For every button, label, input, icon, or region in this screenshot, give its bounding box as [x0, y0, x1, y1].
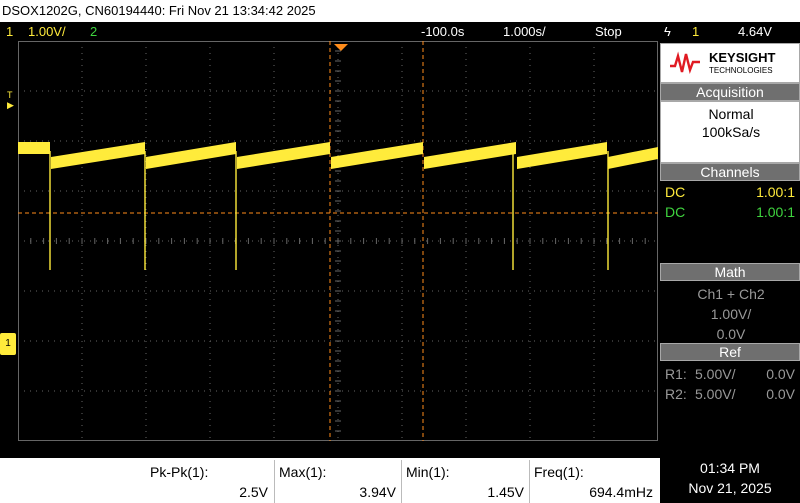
ch1-trace-segment — [608, 147, 658, 169]
ch1-trace-segment — [331, 142, 423, 169]
ch1-trace-segment — [51, 142, 145, 169]
channels-title[interactable]: Channels — [660, 163, 800, 181]
math-function: Ch1 + Ch2 — [697, 286, 765, 302]
meas-divider — [401, 460, 402, 503]
r2-scale: 5.00V/ — [695, 386, 736, 402]
ch1-trace-segment — [424, 142, 516, 169]
ch1-trace-segment — [146, 142, 236, 169]
waveform-display[interactable] — [18, 41, 658, 441]
title-text: DSOX1202G, CN60194440: Fri Nov 21 13:34:… — [2, 3, 316, 18]
channels-box[interactable]: DC 1.00:1 DC 1.00:1 — [660, 181, 800, 263]
brand-name: KEYSIGHT — [709, 50, 776, 65]
run-state[interactable]: Stop — [595, 22, 622, 41]
r1-label: R1: — [665, 366, 687, 382]
ch1-coupling: DC — [665, 184, 686, 200]
meas-label-max: Max(1): — [279, 464, 327, 480]
ch1-probe: 1.00:1 — [756, 184, 795, 200]
r1-offset: 0.0V — [766, 366, 795, 382]
acq-rate: 100kSa/s — [701, 124, 761, 140]
trigger-channel[interactable]: 1 — [692, 22, 699, 41]
title-bar: DSOX1202G, CN60194440: Fri Nov 21 13:34:… — [0, 0, 800, 22]
math-box[interactable]: Ch1 + Ch2 1.00V/ 0.0V — [660, 281, 800, 343]
ch1-number[interactable]: 1 — [6, 22, 13, 41]
trigger-edge-icon: ϟ — [664, 24, 671, 39]
acquisition-title[interactable]: Acquisition — [660, 83, 800, 101]
trigger-level[interactable]: 4.64V — [738, 22, 772, 41]
brand-box: KEYSIGHT TECHNOLOGIES — [660, 43, 800, 83]
ref-title[interactable]: Ref — [660, 343, 800, 361]
meas-label-freq: Freq(1): — [534, 464, 584, 480]
meas-divider — [274, 460, 275, 503]
trigger-marker-left: T ▶ — [7, 90, 14, 110]
side-panel: KEYSIGHT TECHNOLOGIES Acquisition Normal… — [660, 41, 800, 441]
ch2-probe: 1.00:1 — [756, 204, 795, 220]
math-scale: 1.00V/ — [710, 306, 752, 322]
timebase[interactable]: 1.000s/ — [503, 22, 546, 41]
ch1-scale[interactable]: 1.00V/ — [28, 22, 66, 41]
measurements-bar: Pk-Pk(1): 2.5V Max(1): 3.94V Min(1): 1.4… — [0, 458, 660, 503]
trigger-position-marker[interactable] — [334, 44, 348, 51]
math-title[interactable]: Math — [660, 263, 800, 281]
meas-value-pkpk: 2.5V — [239, 484, 268, 500]
keysight-logo-icon — [670, 51, 700, 75]
horizontal-delay[interactable]: -100.0s — [421, 22, 464, 41]
clock-time: 01:34 PM — [700, 460, 760, 476]
meas-label-pkpk: Pk-Pk(1): — [150, 464, 209, 480]
ch1-ground-marker[interactable]: 1 — [0, 333, 16, 355]
meas-label-min: Min(1): — [406, 464, 450, 480]
clock: 01:34 PM Nov 21, 2025 — [660, 458, 800, 503]
ch2-coupling: DC — [665, 204, 686, 220]
r1-scale: 5.00V/ — [695, 366, 736, 382]
clock-date: Nov 21, 2025 — [688, 480, 772, 496]
meas-value-min: 1.45V — [487, 484, 524, 500]
ch1-trace-segment — [18, 142, 50, 154]
r2-offset: 0.0V — [766, 386, 795, 402]
acquisition-box[interactable]: Normal 100kSa/s — [660, 101, 800, 163]
ref-box[interactable]: R1: 5.00V/ 0.0V R2: 5.00V/ 0.0V — [660, 361, 800, 441]
graticule — [18, 41, 658, 441]
ch2-number[interactable]: 2 — [90, 22, 97, 41]
math-offset: 0.0V — [716, 326, 746, 342]
ch1-trace-segment — [517, 142, 607, 169]
r2-label: R2: — [665, 386, 687, 402]
ch1-trace-segment — [237, 142, 330, 169]
brand-sub: TECHNOLOGIES — [709, 66, 773, 75]
meas-value-max: 3.94V — [359, 484, 396, 500]
meas-divider — [529, 460, 530, 503]
meas-value-freq: 694.4mHz — [589, 484, 653, 500]
top-status-bar: 1 1.00V/ 2 -100.0s 1.000s/ Stop ϟ 1 4.64… — [0, 22, 800, 41]
acq-mode: Normal — [708, 106, 754, 122]
